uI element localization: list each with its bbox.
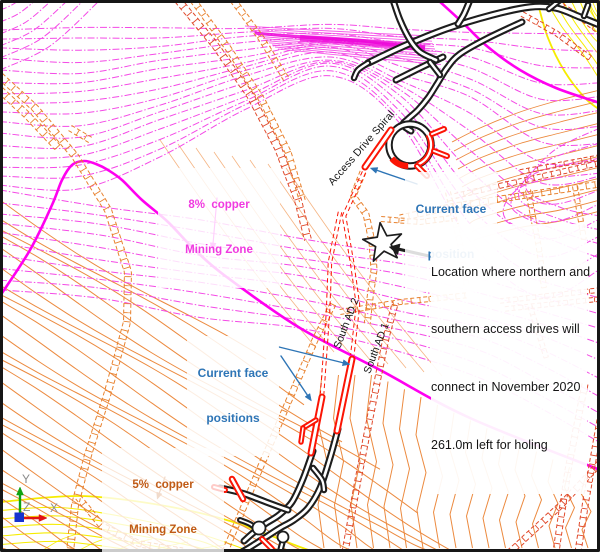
zone-5-line1: 5% copper bbox=[102, 478, 224, 493]
note-line4: 261.0m left for holing bbox=[431, 436, 587, 455]
axis-x-label: X bbox=[50, 501, 58, 515]
zone-5-copper-label: 5% copper Mining Zone bbox=[102, 448, 224, 552]
zone-5-line2: Mining Zone bbox=[102, 523, 224, 538]
zone-8-line1: 8% copper bbox=[158, 198, 280, 213]
note-line3: connect in November 2020 bbox=[431, 378, 587, 397]
cfps-line2: positions bbox=[187, 411, 279, 426]
axis-y-label: Y bbox=[22, 472, 30, 486]
axis-z-label: Z bbox=[23, 500, 30, 514]
cfps-line1: Current face bbox=[187, 366, 279, 381]
connection-note: Location where northern and southern acc… bbox=[431, 224, 587, 494]
zone-8-copper-label: 8% copper Mining Zone bbox=[158, 168, 280, 288]
note-line1: Location where northern and bbox=[431, 263, 587, 282]
current-face-positions-label: Current face positions bbox=[187, 336, 279, 456]
note-line2: southern access drives will bbox=[431, 320, 587, 339]
map-viewport[interactable]: 8% copper Mining Zone Access Drive Spira… bbox=[0, 0, 600, 552]
cfp-line1: Current face bbox=[405, 202, 497, 217]
zone-8-line2: Mining Zone bbox=[158, 243, 280, 258]
